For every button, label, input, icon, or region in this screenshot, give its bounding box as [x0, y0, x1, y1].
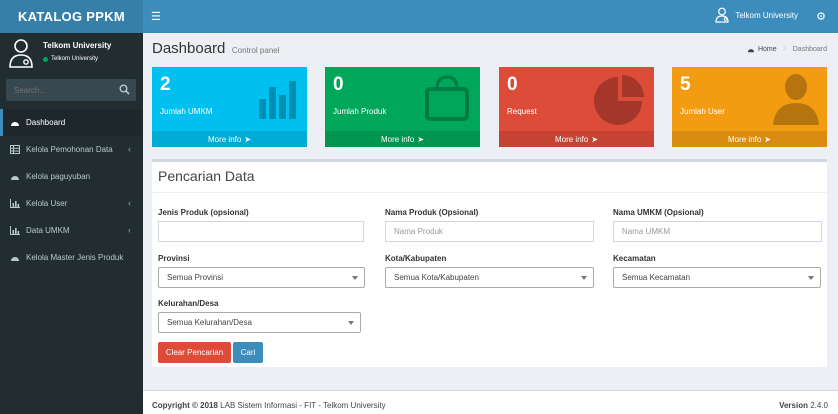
- more-info-link[interactable]: More info ➤: [499, 131, 654, 147]
- sidebar-item-kelola-master-jenis-produk[interactable]: Kelola Master Jenis Produk: [0, 244, 143, 271]
- table-icon: [10, 145, 20, 154]
- bar-chart-icon: [259, 81, 296, 119]
- bar-chart-icon: [10, 199, 20, 208]
- sidebar-user-panel: Telkom University Telkom University: [0, 33, 143, 73]
- search-button[interactable]: Cari: [233, 342, 263, 363]
- stat-value: 0: [333, 74, 344, 95]
- kota-label: Kota/Kabupaten: [385, 254, 447, 263]
- page-title: Dashboard: [152, 40, 226, 57]
- breadcrumb-current: Dashboard: [792, 46, 827, 53]
- app-logo[interactable]: KATALOG PPKM: [0, 0, 143, 33]
- stat-value: 5: [680, 74, 691, 95]
- stat-label: Jumlah User: [680, 107, 725, 116]
- arrow-circle-right-icon: ➤: [764, 134, 772, 144]
- content-header: Dashboard Control panel: [152, 40, 280, 57]
- stat-box-umkm: 2 Jumlah UMKM More info ➤: [152, 67, 307, 147]
- breadcrumb-home-link[interactable]: Home: [758, 46, 777, 53]
- nama-produk-label: Nama Produk (Opsional): [385, 208, 479, 217]
- footer-copyright: Copyright © 2018 LAB Sistem Informasi - …: [152, 401, 386, 410]
- caret-down-icon: [581, 276, 587, 280]
- sidebar-user-name: Telkom University: [43, 41, 112, 50]
- page-subtitle: Control panel: [231, 46, 280, 55]
- more-info-link[interactable]: More info ➤: [672, 131, 827, 147]
- search-icon[interactable]: [119, 84, 130, 95]
- sidebar-user-status: Telkom University: [43, 56, 98, 62]
- stat-box-request: 0 Request More info ➤: [499, 67, 654, 147]
- caret-down-icon: [808, 276, 814, 280]
- online-status-icon: [43, 56, 48, 62]
- arrow-circle-right-icon: ➤: [244, 134, 252, 144]
- more-info-link[interactable]: More info ➤: [325, 131, 480, 147]
- breadcrumb-separator: >: [782, 46, 787, 53]
- kecamatan-label: Kecamatan: [613, 254, 656, 263]
- sidebar-menu: Dashboard Kelola Pemohonan Data ‹ Kelola…: [0, 109, 143, 271]
- chevron-left-icon: ‹: [128, 225, 131, 235]
- chevron-left-icon: ‹: [128, 144, 131, 154]
- stat-value: 2: [160, 74, 171, 95]
- search-panel: Pencarian Data Jenis Produk (opsional) N…: [152, 159, 827, 367]
- panel-title: Pencarian Data: [158, 168, 255, 184]
- chevron-left-icon: ‹: [128, 198, 131, 208]
- provinsi-select[interactable]: Semua Provinsi: [158, 267, 365, 288]
- top-navbar: ☰ Telkom University ⚙: [143, 0, 838, 33]
- shopping-bag-icon: [425, 75, 469, 121]
- gears-icon[interactable]: ⚙: [816, 10, 826, 23]
- menu-toggle-icon[interactable]: ☰: [151, 10, 161, 23]
- dashboard-icon: [747, 49, 755, 53]
- bar-chart-icon: [10, 226, 20, 235]
- nama-umkm-input[interactable]: Nama UMKM: [613, 221, 822, 242]
- provinsi-label: Provinsi: [158, 254, 190, 263]
- footer: Copyright © 2018 LAB Sistem Informasi - …: [143, 390, 838, 414]
- user-doctor-icon: [715, 7, 729, 23]
- sidebar-item-dashboard[interactable]: Dashboard: [0, 109, 143, 136]
- dashboard-icon: [11, 176, 19, 180]
- arrow-circle-right-icon: ➤: [591, 134, 599, 144]
- dashboard-icon: [11, 122, 19, 126]
- stat-label: Request: [507, 107, 537, 116]
- nama-produk-input[interactable]: Nama Produk: [385, 221, 594, 242]
- breadcrumb: Home > Dashboard: [747, 46, 827, 53]
- stat-label: Jumlah UMKM: [160, 107, 213, 116]
- clear-search-button[interactable]: Clear Pencarian: [158, 342, 231, 363]
- sidebar-item-kelola-paguyuban[interactable]: Kelola paguyuban: [0, 163, 143, 190]
- pie-chart-icon: [594, 75, 644, 125]
- stat-box-produk: 0 Jumlah Produk More info ➤: [325, 67, 480, 147]
- jenis-produk-input[interactable]: [158, 221, 364, 242]
- sidebar-item-kelola-user[interactable]: Kelola User ‹: [0, 190, 143, 217]
- kelurahan-select[interactable]: Semua Kelurahan/Desa: [158, 312, 361, 333]
- dashboard-icon: [11, 257, 19, 261]
- sidebar: Telkom University Telkom University Dash…: [0, 33, 143, 414]
- footer-version: Version 2.4.0: [779, 401, 828, 410]
- more-info-link[interactable]: More info ➤: [152, 131, 307, 147]
- caret-down-icon: [348, 321, 354, 325]
- panel-divider: [152, 192, 827, 193]
- kota-select[interactable]: Semua Kota/Kabupaten: [385, 267, 594, 288]
- sidebar-search: [6, 79, 136, 101]
- kecamatan-select[interactable]: Semua Kecamatan: [613, 267, 821, 288]
- user-avatar-icon: [9, 39, 33, 68]
- nama-umkm-label: Nama UMKM (Opsional): [613, 208, 704, 217]
- stat-label: Jumlah Produk: [333, 107, 387, 116]
- user-icon: [773, 74, 819, 125]
- sidebar-item-kelola-pemohonan-data[interactable]: Kelola Pemohonan Data ‹: [0, 136, 143, 163]
- sidebar-search-input[interactable]: [6, 79, 114, 101]
- navbar-user-name: Telkom University: [735, 10, 798, 20]
- arrow-circle-right-icon: ➤: [417, 134, 425, 144]
- jenis-produk-label: Jenis Produk (opsional): [158, 208, 249, 217]
- kelurahan-label: Kelurahan/Desa: [158, 299, 219, 308]
- stat-box-user: 5 Jumlah User More info ➤: [672, 67, 827, 147]
- sidebar-item-data-umkm[interactable]: Data UMKM ‹: [0, 217, 143, 244]
- stat-value: 0: [507, 74, 518, 95]
- navbar-user-menu[interactable]: Telkom University: [715, 7, 798, 23]
- caret-down-icon: [352, 276, 358, 280]
